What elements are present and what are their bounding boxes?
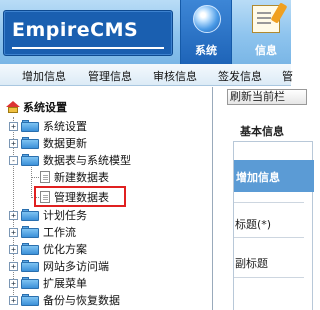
folder-icon — [21, 137, 39, 149]
menu-add-info[interactable]: 增加信息 — [22, 68, 66, 84]
tree-item-data-tables[interactable]: - 数据表与系统模型 — [9, 152, 131, 168]
folder-icon — [21, 260, 39, 272]
folder-icon — [21, 226, 39, 238]
folder-icon — [21, 243, 39, 255]
tree-item-label: 计划任务 — [43, 209, 87, 222]
refresh-button[interactable]: 刷新当前栏 — [227, 89, 307, 105]
sub-menu-bar: 增加信息 管理信息 审核信息 签发信息 管 — [0, 64, 293, 86]
folder-icon — [21, 294, 39, 306]
tree-item-label: 扩展菜单 — [43, 277, 87, 290]
tree-item-label: 新建数据表 — [54, 171, 109, 184]
expand-icon[interactable]: + — [9, 278, 18, 288]
row-divider — [234, 237, 304, 238]
expand-icon[interactable]: + — [9, 261, 18, 271]
folder-icon — [21, 277, 39, 289]
tree-item-new-table[interactable]: 新建数据表 — [40, 169, 109, 185]
tree-item-system-settings[interactable]: + 系统设置 — [9, 118, 87, 134]
expand-icon[interactable]: + — [9, 138, 18, 148]
tree-item-extension-menu[interactable]: + 扩展菜单 — [9, 275, 87, 291]
row-divider — [234, 277, 304, 278]
page-icon — [40, 171, 50, 183]
expand-icon[interactable]: + — [9, 244, 18, 254]
selection-highlight — [34, 186, 126, 207]
folder-open-icon — [21, 154, 39, 166]
tree-item-label: 备份与恢复数据 — [43, 294, 120, 307]
tree-item-label: 数据更新 — [43, 137, 87, 150]
home-icon — [6, 101, 20, 113]
menu-review-info[interactable]: 审核信息 — [153, 68, 197, 84]
tree-item-multi-access[interactable]: + 网站多访问端 — [9, 258, 109, 274]
tree-item-optimization[interactable]: + 优化方案 — [9, 241, 87, 257]
tree-root-label: 系统设置 — [23, 101, 67, 114]
tab-info-label: 信息 — [255, 44, 277, 57]
folder-icon — [21, 209, 39, 221]
tab-system-label: 系统 — [195, 44, 217, 57]
subtitle-field-label: 副标题 — [235, 257, 268, 270]
child-guide-line — [31, 167, 32, 198]
folder-icon — [21, 120, 39, 132]
expand-icon[interactable]: + — [9, 210, 18, 220]
document-edit-icon — [252, 5, 280, 33]
form-header-label: 增加信息 — [236, 171, 280, 184]
tree-item-workflow[interactable]: + 工作流 — [9, 224, 76, 240]
section-title: 基本信息 — [240, 125, 284, 138]
row-divider — [234, 202, 304, 203]
title-field-label: 标题(*) — [235, 218, 272, 231]
tree-item-scheduled-tasks[interactable]: + 计划任务 — [9, 207, 87, 223]
menu-manage-info[interactable]: 管理信息 — [88, 68, 132, 84]
expand-icon[interactable]: + — [9, 227, 18, 237]
expand-icon[interactable]: + — [9, 295, 18, 305]
logo-underline — [12, 47, 164, 49]
tree-item-label: 网站多访问端 — [43, 260, 109, 273]
tree-item-label: 工作流 — [43, 226, 76, 239]
tree-item-data-update[interactable]: + 数据更新 — [9, 135, 87, 151]
tree-item-label: 数据表与系统模型 — [43, 154, 131, 167]
tree-item-label: 优化方案 — [43, 243, 87, 256]
globe-icon — [193, 5, 221, 33]
tab-info[interactable]: 信息 — [240, 0, 292, 64]
empirecms-logo: EmpireCMS — [3, 10, 173, 56]
main-content-panel: 刷新当前栏 基本信息 增加信息 标题(*) 副标题 — [212, 87, 314, 310]
menu-issue-info[interactable]: 签发信息 — [218, 68, 262, 84]
tree-root[interactable]: 系统设置 — [6, 99, 67, 115]
expand-icon[interactable]: + — [9, 121, 18, 131]
collapse-icon[interactable]: - — [9, 155, 18, 165]
tree-item-label: 系统设置 — [43, 120, 87, 133]
form-header-bar: 增加信息 — [234, 160, 314, 192]
menu-more[interactable]: 管 — [282, 68, 293, 84]
tree-item-backup[interactable]: + 备份与恢复数据 — [9, 292, 120, 308]
child-connector — [31, 177, 39, 178]
top-header: EmpireCMS 系统 信息 — [0, 0, 291, 64]
logo-text: EmpireCMS — [12, 19, 139, 41]
tab-system[interactable]: 系统 — [180, 0, 232, 64]
